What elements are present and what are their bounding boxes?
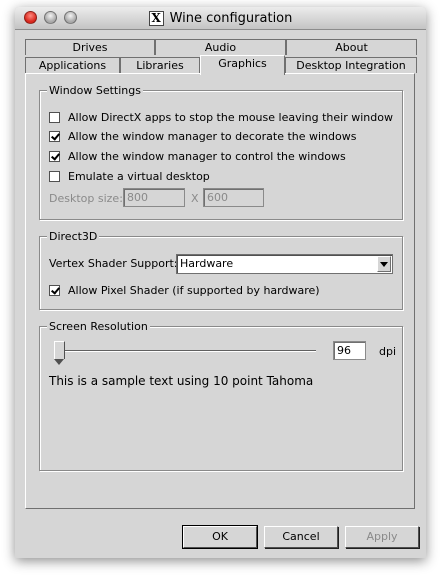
pixel-shader-checkbox[interactable] bbox=[49, 284, 60, 296]
decorate-checkbox[interactable] bbox=[49, 130, 60, 142]
cancel-button[interactable]: Cancel bbox=[264, 526, 338, 548]
dpi-unit-label: dpi bbox=[379, 345, 397, 358]
tab-desktop-integration-label: Desktop Integration bbox=[296, 59, 406, 72]
title-bar[interactable]: X Wine configuration bbox=[15, 7, 426, 30]
window-settings-title: Window Settings bbox=[47, 84, 143, 97]
virtual-desktop-checkbox[interactable] bbox=[49, 170, 60, 182]
tab-applications-label: Applications bbox=[38, 59, 107, 72]
desktop-size-label: Desktop size: bbox=[49, 192, 123, 205]
tab-audio[interactable]: Audio bbox=[155, 39, 286, 55]
sample-text: This is a sample text using 10 point Tah… bbox=[49, 374, 314, 388]
control-label: Allow the window manager to control the … bbox=[68, 149, 346, 163]
decorate-label: Allow the window manager to decorate the… bbox=[68, 129, 357, 143]
dx-mouse-row[interactable]: Allow DirectX apps to stop the mouse lea… bbox=[49, 110, 393, 124]
ok-button[interactable]: OK bbox=[182, 525, 258, 549]
dx-mouse-label: Allow DirectX apps to stop the mouse lea… bbox=[68, 110, 393, 124]
decorate-row[interactable]: Allow the window manager to decorate the… bbox=[49, 129, 357, 143]
virtual-desktop-label: Emulate a virtual desktop bbox=[68, 169, 210, 183]
tab-about[interactable]: About bbox=[286, 39, 417, 55]
window-title: Wine configuration bbox=[169, 10, 293, 26]
tab-applications[interactable]: Applications bbox=[25, 57, 120, 73]
tab-audio-label: Audio bbox=[204, 41, 237, 54]
direct3d-title: Direct3D bbox=[47, 230, 100, 243]
desktop-width-field[interactable]: 800 bbox=[123, 188, 185, 207]
screen-resolution-title: Screen Resolution bbox=[47, 320, 150, 333]
desktop-height-field[interactable]: 600 bbox=[203, 188, 264, 207]
chevron-down-icon[interactable] bbox=[377, 256, 391, 272]
title-wrap: X Wine configuration bbox=[15, 7, 426, 29]
tab-desktop-integration[interactable]: Desktop Integration bbox=[285, 57, 417, 73]
vertex-shader-value: Hardware bbox=[180, 257, 234, 270]
window-settings-group: Window Settings Allow DirectX apps to st… bbox=[39, 84, 403, 220]
pixel-shader-row[interactable]: Allow Pixel Shader (if supported by hard… bbox=[49, 283, 320, 297]
dpi-slider-thumb[interactable] bbox=[54, 341, 65, 365]
desktop-size-separator: X bbox=[191, 192, 199, 205]
vertex-shader-label: Vertex Shader Support: bbox=[49, 257, 178, 270]
wine-config-window: X Wine configuration Drives Audio About … bbox=[15, 7, 426, 558]
dpi-slider-track[interactable] bbox=[54, 350, 316, 352]
virtual-desktop-row[interactable]: Emulate a virtual desktop bbox=[49, 169, 210, 183]
tab-graphics-label: Graphics bbox=[218, 57, 267, 70]
apply-button[interactable]: Apply bbox=[345, 526, 419, 548]
tab-about-label: About bbox=[335, 41, 368, 54]
direct3d-group: Direct3D Vertex Shader Support: Hardware… bbox=[39, 230, 403, 310]
tab-graphics[interactable]: Graphics bbox=[200, 55, 285, 75]
dpi-field[interactable]: 96 bbox=[333, 341, 366, 360]
dx-mouse-checkbox[interactable] bbox=[49, 111, 60, 123]
x11-app-icon: X bbox=[148, 10, 164, 26]
tab-drives-label: Drives bbox=[72, 41, 108, 54]
tab-libraries-label: Libraries bbox=[136, 59, 184, 72]
tab-libraries[interactable]: Libraries bbox=[120, 57, 200, 73]
tab-drives[interactable]: Drives bbox=[25, 39, 155, 55]
vertex-shader-select[interactable]: Hardware bbox=[176, 254, 393, 274]
control-checkbox[interactable] bbox=[49, 150, 60, 162]
screen-resolution-group: Screen Resolution 96 dpi This is a sampl… bbox=[39, 320, 403, 471]
control-row[interactable]: Allow the window manager to control the … bbox=[49, 149, 346, 163]
pixel-shader-label: Allow Pixel Shader (if supported by hard… bbox=[68, 283, 320, 297]
